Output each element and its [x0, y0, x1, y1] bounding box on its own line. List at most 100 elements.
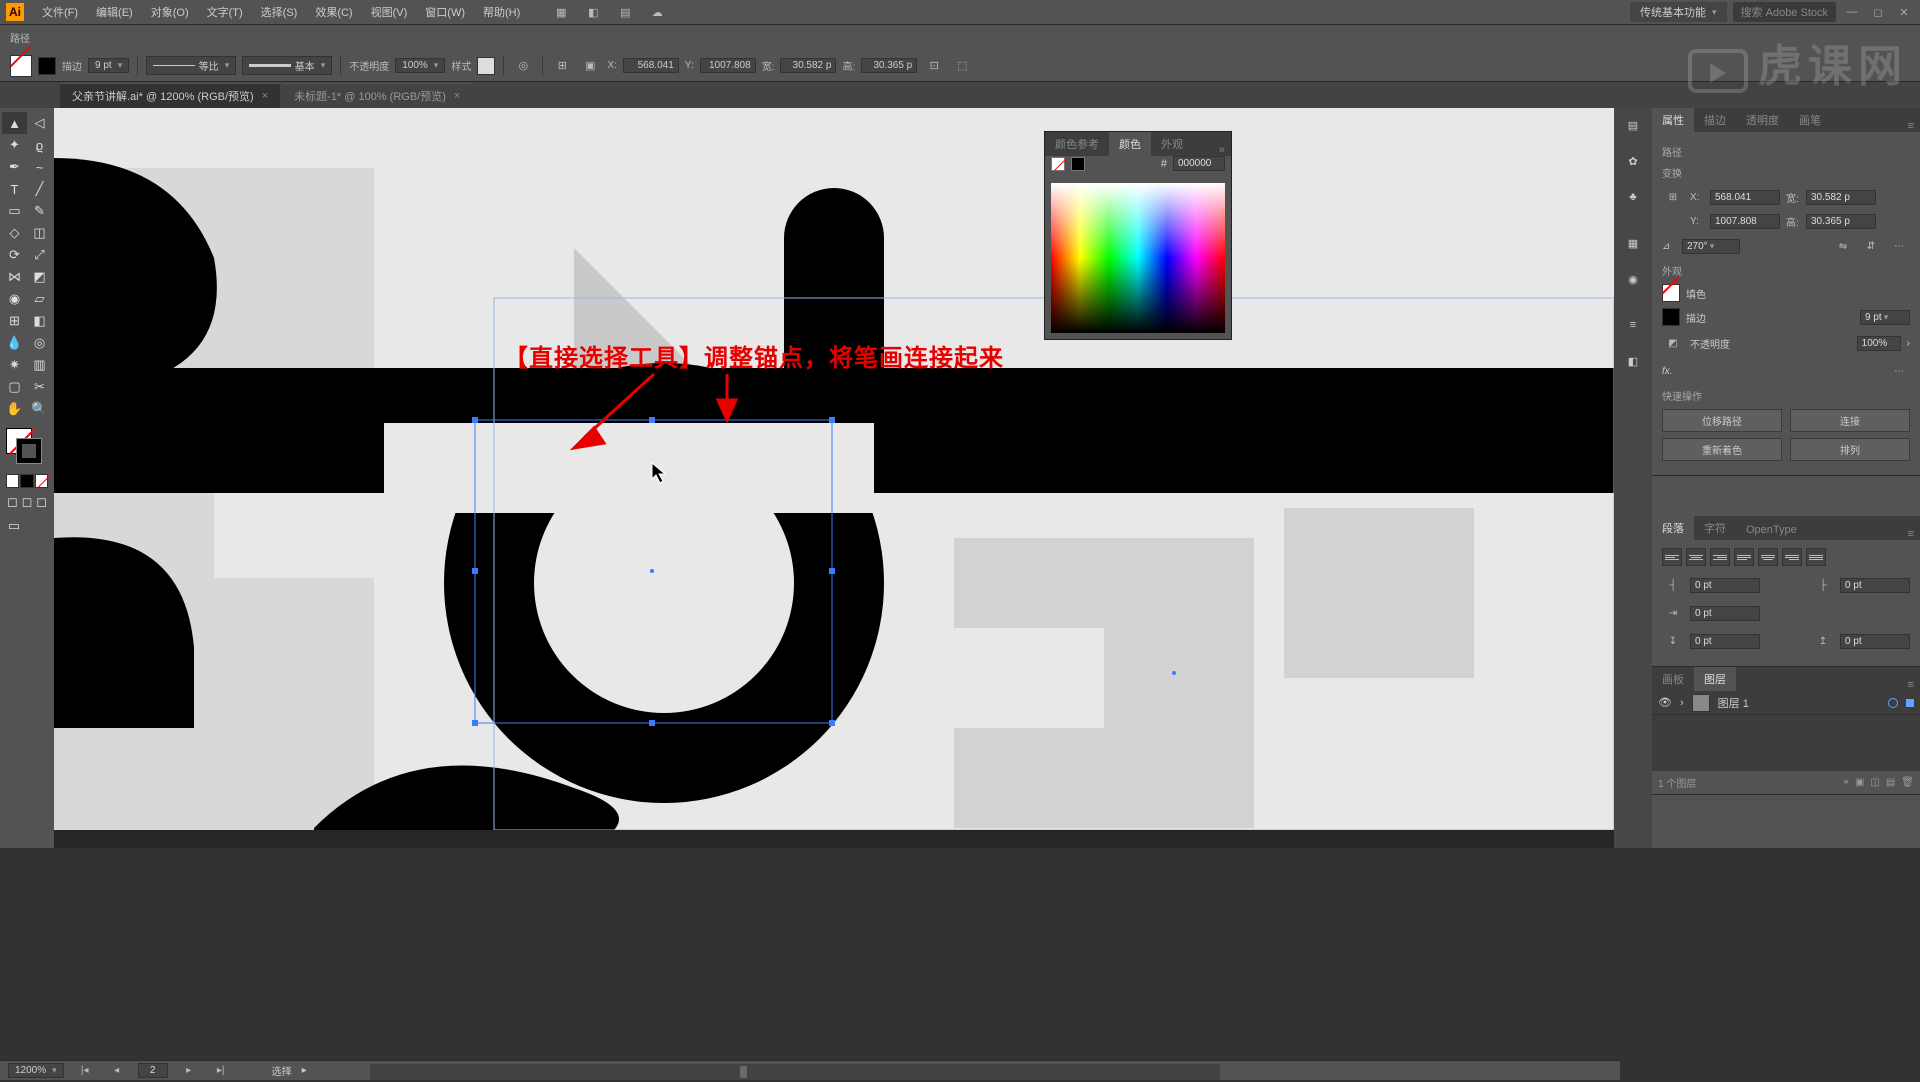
justify-center[interactable] [1758, 548, 1778, 566]
new-sublayer-icon[interactable]: ◫ [1870, 777, 1879, 788]
justify-left[interactable] [1734, 548, 1754, 566]
line-tool[interactable]: ╱ [27, 178, 52, 200]
delete-layer-icon[interactable]: 🗑 [1901, 777, 1914, 788]
draw-behind[interactable]: ◻ [21, 494, 34, 510]
flip-h-icon[interactable]: ⇋ [1832, 235, 1854, 257]
target-icon[interactable] [1888, 698, 1898, 708]
cloud-icon[interactable]: ☁ [646, 1, 668, 23]
nav-last-icon[interactable]: ▸| [210, 1060, 232, 1082]
minimize-icon[interactable]: — [1842, 4, 1862, 20]
draw-inside[interactable]: ◻ [35, 494, 48, 510]
nav-prev-icon[interactable]: ◂ [106, 1060, 128, 1082]
tab-color-guide[interactable]: 颜色参考 [1045, 132, 1109, 156]
screen-mode[interactable]: ▭ [6, 518, 22, 534]
lasso-tool[interactable]: ϱ [27, 134, 52, 156]
tab-appearance[interactable]: 外观 [1151, 132, 1193, 156]
gradient-panel-icon[interactable]: ◧ [1622, 350, 1644, 372]
justify-right[interactable] [1782, 548, 1802, 566]
curvature-tool[interactable]: ~ [27, 156, 52, 178]
y-field[interactable]: 1007.808 [700, 58, 756, 73]
indent-left[interactable]: 0 pt [1690, 578, 1760, 593]
width-tool[interactable]: ⋈ [2, 266, 27, 288]
prop-h[interactable]: 30.365 p [1806, 214, 1876, 229]
color-mode-gradient[interactable] [20, 474, 33, 488]
scrollbar-thumb[interactable] [740, 1066, 747, 1078]
prop-x[interactable]: 568.041 [1710, 190, 1780, 205]
free-transform-tool[interactable]: ◩ [27, 266, 52, 288]
zoom-field[interactable]: 1200% [8, 1063, 64, 1078]
panel-menu-icon[interactable]: ≡ [1908, 120, 1920, 132]
align-center[interactable] [1686, 548, 1706, 566]
document-tab-active[interactable]: 父亲节讲解.ai* @ 1200% (RGB/预览) × [60, 83, 280, 108]
prop-stroke-swatch[interactable] [1662, 308, 1680, 326]
libraries-icon[interactable]: ▤ [1622, 114, 1644, 136]
stroke-indicator[interactable] [16, 438, 42, 464]
transform-panel-icon[interactable]: ⊡ [923, 55, 945, 77]
align-right[interactable] [1710, 548, 1730, 566]
locate-icon[interactable]: ⌖ [1843, 777, 1849, 788]
h-field[interactable]: 30.365 p [861, 58, 917, 73]
zoom-tool[interactable]: 🔍 [27, 398, 52, 420]
btn-arrange[interactable]: 排列 [1790, 438, 1910, 461]
artboard-number[interactable]: 2 [138, 1063, 168, 1078]
new-layer-icon[interactable]: ▤ [1886, 777, 1895, 788]
prop-fill-swatch[interactable] [1662, 284, 1680, 302]
style-swatch[interactable] [477, 57, 495, 75]
justify-all[interactable] [1806, 548, 1826, 566]
tab-brushes[interactable]: 画笔 [1789, 108, 1831, 132]
stroke-swatch[interactable] [38, 57, 56, 75]
symbols-icon[interactable]: ♣ [1622, 186, 1644, 208]
fx-label[interactable]: fx. [1662, 366, 1673, 377]
rotate-tool[interactable]: ⟳ [2, 244, 27, 266]
menu-help[interactable]: 帮助(H) [475, 1, 528, 23]
artboard-tool[interactable]: ▢ [2, 376, 27, 398]
gpu-icon[interactable]: ▤ [614, 1, 636, 23]
visibility-icon[interactable]: 👁 [1658, 696, 1672, 709]
slice-tool[interactable]: ✂ [27, 376, 52, 398]
rectangle-tool[interactable]: ▭ [2, 200, 27, 222]
pen-tool[interactable]: ✒ [2, 156, 27, 178]
color-panel-stroke[interactable] [1071, 157, 1085, 171]
x-field[interactable]: 568.041 [623, 58, 679, 73]
color-panel[interactable]: 颜色参考 颜色 外观 » # 000000 [1044, 131, 1232, 340]
color-icon[interactable]: ◉ [1622, 268, 1644, 290]
stroke-panel-icon[interactable]: ≡ [1622, 314, 1644, 336]
eraser-tool[interactable]: ◫ [27, 222, 52, 244]
align-icon[interactable]: ⊞ [551, 55, 573, 77]
maximize-icon[interactable]: ◻ [1868, 4, 1888, 20]
menu-type[interactable]: 文字(T) [199, 1, 251, 23]
indent-right[interactable]: 0 pt [1840, 578, 1910, 593]
tab-close-icon[interactable]: × [262, 90, 268, 102]
menu-edit[interactable]: 编辑(E) [88, 1, 141, 23]
bridge-icon[interactable]: ▦ [550, 1, 572, 23]
tab-color[interactable]: 颜色 [1109, 132, 1151, 156]
tab-properties[interactable]: 属性 [1652, 108, 1694, 132]
hex-field[interactable]: 000000 [1173, 156, 1225, 171]
brushes-icon[interactable]: ✿ [1622, 150, 1644, 172]
more-options-icon[interactable]: ⋯ [1888, 235, 1910, 257]
tab-character[interactable]: 字符 [1694, 516, 1736, 540]
space-before[interactable]: 0 pt [1690, 634, 1760, 649]
btn-offset-path[interactable]: 位移路径 [1662, 409, 1782, 432]
shape-builder-tool[interactable]: ◉ [2, 288, 27, 310]
tab-artboards[interactable]: 画板 [1652, 667, 1694, 691]
color-panel-fill[interactable] [1051, 157, 1065, 171]
make-clipping-icon[interactable]: ▣ [1855, 777, 1864, 788]
more-appearance-icon[interactable]: ⋯ [1888, 360, 1910, 382]
space-after[interactable]: 0 pt [1840, 634, 1910, 649]
nav-next-icon[interactable]: ▸ [178, 1060, 200, 1082]
scale-tool[interactable]: ⤢ [27, 244, 52, 266]
btn-join[interactable]: 连接 [1790, 409, 1910, 432]
canvas-area[interactable]: 【直接选择工具】调整锚点，将笔画连接起来 [54, 108, 1614, 848]
menu-object[interactable]: 对象(O) [143, 1, 197, 23]
brush-dropdown[interactable]: 基本 [242, 56, 332, 75]
swatches-icon[interactable]: ▦ [1622, 232, 1644, 254]
menu-window[interactable]: 窗口(W) [417, 1, 473, 23]
panel-menu-icon[interactable]: ≡ [1908, 528, 1920, 540]
shape-mode-icon[interactable]: ▣ [579, 55, 601, 77]
btn-recolor[interactable]: 重新着色 [1662, 438, 1782, 461]
expand-icon[interactable]: › [1680, 697, 1684, 709]
menu-select[interactable]: 选择(S) [253, 1, 306, 23]
stroke-profile-dropdown[interactable]: 等比 [146, 56, 236, 75]
menu-effect[interactable]: 效果(C) [307, 1, 360, 23]
